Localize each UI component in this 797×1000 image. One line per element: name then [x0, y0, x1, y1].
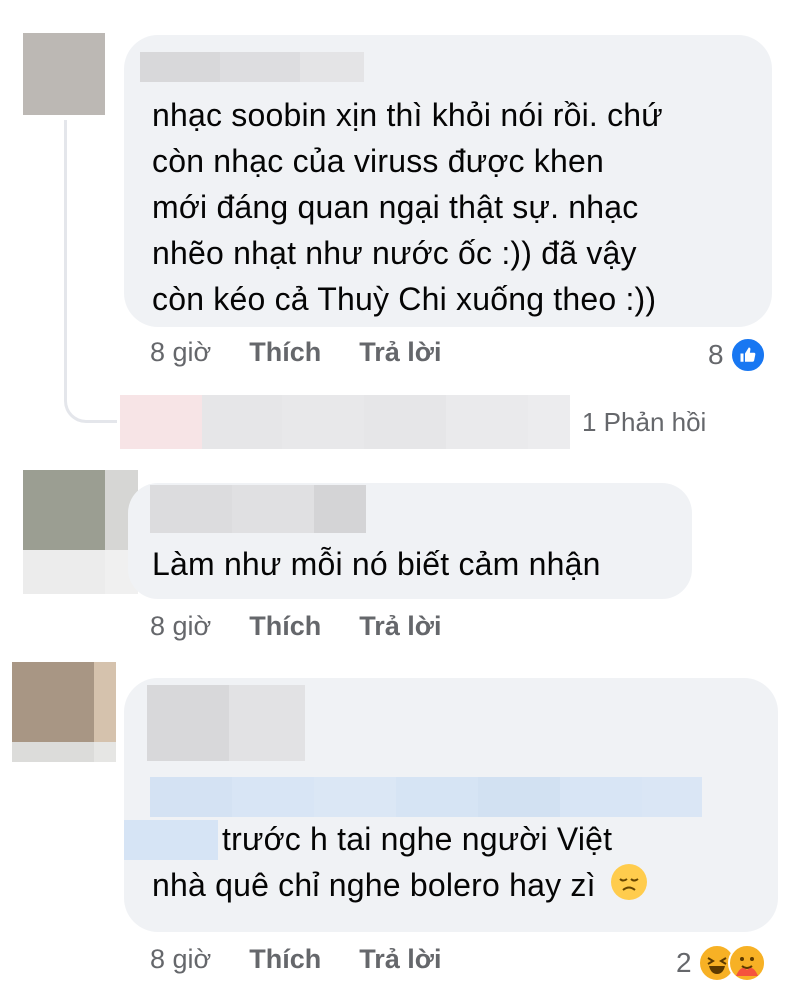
reaction-count: 8 [708, 339, 724, 370]
comment-text: nhạc soobin xịn thì khỏi nói rồi. chứ cò… [152, 97, 663, 317]
care-icon [727, 944, 766, 982]
avatar[interactable] [23, 470, 138, 594]
reply-button[interactable]: Trả lời [359, 944, 441, 975]
author-name-redacted[interactable] [147, 685, 305, 761]
like-button[interactable]: Thích [249, 611, 321, 642]
comment-text: Làm như mỗi nó biết cảm nhận [152, 546, 601, 582]
replier-name-redacted [120, 395, 570, 449]
like-icon [729, 337, 766, 373]
avatar[interactable] [23, 33, 105, 115]
comment-time[interactable]: 8 giờ [150, 337, 211, 368]
like-button[interactable]: Thích [249, 337, 321, 368]
comment-time[interactable]: 8 giờ [150, 611, 211, 642]
comment-actions: 8 giờ Thích Trả lời [150, 611, 441, 642]
thread-line [64, 120, 117, 423]
avatar[interactable] [12, 662, 116, 762]
replies-count[interactable]: 1 Phản hồi [582, 407, 706, 438]
reply-button[interactable]: Trả lời [359, 611, 441, 642]
comment-time[interactable]: 8 giờ [150, 944, 211, 975]
author-name-redacted[interactable] [150, 485, 366, 533]
reaction-summary[interactable]: 2 [676, 944, 766, 982]
comment-actions: 8 giờ Thích Trả lời [150, 944, 441, 975]
disappointed-face-icon [610, 864, 647, 900]
comment-text: trước h tai nghe người Việt nhà quê chỉ … [152, 816, 647, 908]
reaction-count: 2 [676, 947, 692, 978]
mention-redacted[interactable] [150, 777, 702, 817]
author-name-redacted[interactable] [140, 52, 364, 82]
comment-actions: 8 giờ Thích Trả lời [150, 337, 441, 368]
reaction-summary[interactable]: 8 [708, 337, 766, 373]
view-replies-link[interactable]: 1 Phản hồi [120, 395, 706, 449]
like-button[interactable]: Thích [249, 944, 321, 975]
reply-button[interactable]: Trả lời [359, 337, 441, 368]
